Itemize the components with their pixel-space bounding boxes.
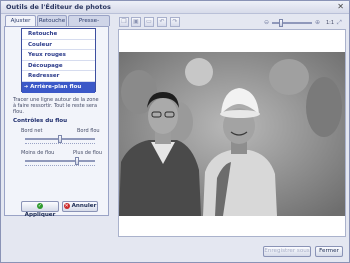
tool-menu: Retouche Couleur Yeux rouges Découpage R… <box>21 28 96 93</box>
zoom-slider-track[interactable] <box>272 22 312 24</box>
apply-button[interactable]: ✓ Appliquer <box>21 201 59 218</box>
photo-editor-tools-window: Outils de l'Éditeur de photos ✕ Ajuster … <box>0 0 350 263</box>
arrow-right-icon: ➔ <box>24 83 29 90</box>
check-icon: ✓ <box>37 202 43 209</box>
cancel-x-icon: ✕ <box>63 202 70 209</box>
more-blur-label: Plus de flou <box>73 150 102 156</box>
less-blur-label: Moins de flou <box>21 150 55 156</box>
paste-icon[interactable]: ▣ <box>131 17 141 27</box>
menu-item-yeux-rouges[interactable]: Yeux rouges <box>22 50 95 61</box>
blur-controls-title: Contrôles du flou <box>13 118 68 124</box>
menu-item-label: Arrière-plan flou <box>30 83 82 90</box>
window-title: Outils de l'Éditeur de photos <box>6 3 111 11</box>
copy-icon[interactable]: ❐ <box>119 17 129 27</box>
close-icon[interactable]: ✕ <box>337 2 344 11</box>
photo-canvas[interactable] <box>119 52 345 216</box>
title-bar: Outils de l'Éditeur de photos ✕ <box>1 1 349 14</box>
tab-presse-papiers[interactable]: Presse-papiers <box>68 15 110 34</box>
menu-item-decoupage[interactable]: Découpage <box>22 61 95 72</box>
tab-retouche[interactable]: Retouche <box>37 15 67 26</box>
tool-description: Tracer une ligne autour de la zone à fai… <box>13 97 99 115</box>
close-button[interactable]: Fermer <box>315 246 343 257</box>
edge-slider-ticks <box>25 141 95 144</box>
menu-item-arriere-plan-flou[interactable]: ➔ Arrière-plan flou <box>22 81 95 93</box>
zoom-slider-thumb[interactable] <box>279 19 284 27</box>
zoom-in-icon[interactable]: ⊕ <box>315 19 320 26</box>
photo-viewer <box>118 29 346 237</box>
blur-amount-slider-track[interactable] <box>25 160 95 162</box>
crop-icon[interactable]: ▭ <box>144 17 154 27</box>
edge-sharp-label: Bord net <box>21 128 43 134</box>
actual-size-label[interactable]: 1:1 <box>326 20 334 26</box>
edge-blurry-label: Bord flou <box>77 128 100 134</box>
cancel-label: Annuler <box>71 203 97 209</box>
cancel-button[interactable]: ✕ Annuler <box>62 201 98 212</box>
zoom-out-icon[interactable]: ⊖ <box>264 19 269 26</box>
apply-label: Appliquer <box>24 212 56 218</box>
redo-icon[interactable]: ↷ <box>170 17 180 27</box>
photo-image <box>119 52 345 216</box>
blur-amount-slider-ticks <box>25 163 95 166</box>
undo-icon[interactable]: ↶ <box>157 17 167 27</box>
menu-item-retouche[interactable]: Retouche <box>22 29 95 40</box>
fit-window-icon[interactable]: ⤢ <box>337 19 342 27</box>
menu-item-couleur[interactable]: Couleur <box>22 40 95 51</box>
save-as-button[interactable]: Enregistrer sous <box>263 246 311 257</box>
menu-item-redresser[interactable]: Redresser <box>22 71 95 82</box>
